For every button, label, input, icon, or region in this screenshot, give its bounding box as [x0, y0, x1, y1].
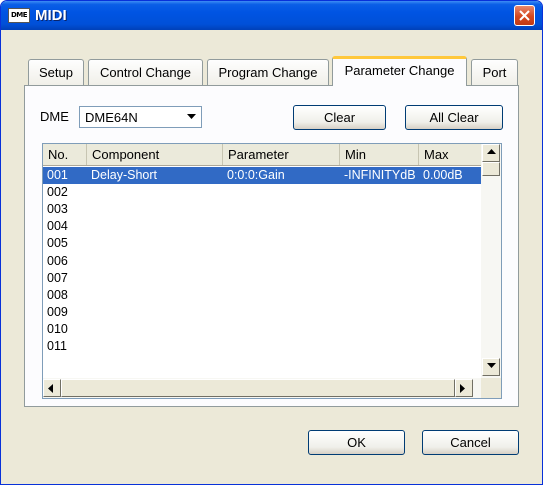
clear-button[interactable]: Clear [293, 105, 386, 130]
column-header-min[interactable]: Min [340, 144, 419, 165]
vertical-scroll-thumb[interactable] [482, 162, 500, 176]
cell-no: 002 [47, 185, 68, 200]
table-row[interactable]: 004 [43, 218, 481, 235]
tab-control-change[interactable]: Control Change [88, 59, 203, 86]
cell-no: 009 [47, 304, 68, 319]
cell-min: -INFINITYdB [344, 168, 416, 182]
horizontal-scroll-thumb[interactable] [61, 379, 455, 397]
cell-no: 004 [47, 219, 68, 234]
table-row[interactable]: 005 [43, 235, 481, 252]
parameter-table[interactable]: No. Component Parameter Min Max 001 Delay… [42, 143, 502, 399]
scrollbar-corner [481, 378, 501, 398]
column-header-parameter[interactable]: Parameter [223, 144, 340, 165]
table-row[interactable]: 008 [43, 287, 481, 304]
cell-no: 001 [47, 168, 68, 182]
chevron-up-icon [487, 149, 496, 154]
cell-parameter: 0:0:0:Gain [227, 168, 285, 182]
cell-no: 010 [47, 321, 68, 336]
dme-label: DME [40, 109, 69, 124]
dme-select-value: DME64N [85, 110, 138, 125]
vertical-scrollbar[interactable] [481, 144, 501, 378]
column-header-no[interactable]: No. [43, 144, 87, 165]
table-row[interactable]: 009 [43, 304, 481, 321]
cell-component: Delay-Short [91, 168, 157, 182]
scroll-right-button[interactable] [455, 379, 473, 397]
title-bar[interactable]: DME MIDI [1, 1, 542, 30]
cell-max: 0.00dB [423, 168, 463, 182]
chevron-right-icon [460, 384, 465, 393]
horizontal-scrollbar[interactable] [43, 378, 481, 398]
cell-no: 011 [47, 339, 67, 353]
close-icon [519, 10, 530, 21]
window-title: MIDI [35, 7, 67, 24]
scroll-up-button[interactable] [482, 144, 500, 162]
chevron-down-icon [487, 363, 496, 368]
cell-no: 007 [47, 270, 68, 285]
cancel-button[interactable]: Cancel [422, 430, 519, 455]
tab-program-change[interactable]: Program Change [207, 59, 329, 86]
cell-no: 003 [47, 202, 68, 217]
tab-port[interactable]: Port [471, 59, 518, 86]
chevron-left-icon [48, 384, 53, 393]
table-header: No. Component Parameter Min Max [43, 144, 481, 166]
tab-parameter-change[interactable]: Parameter Change [332, 56, 467, 86]
all-clear-button[interactable]: All Clear [405, 105, 503, 130]
close-button[interactable] [514, 5, 535, 26]
ok-button[interactable]: OK [308, 430, 405, 455]
dme-select[interactable]: DME64N [79, 106, 202, 128]
cell-no: 005 [47, 236, 68, 251]
cell-no: 008 [47, 287, 68, 302]
table-row[interactable]: 001 Delay-Short 0:0:0:Gain -INFINITYdB 0.00d… [43, 167, 481, 184]
column-header-component[interactable]: Component [87, 144, 223, 165]
tab-setup[interactable]: Setup [28, 59, 84, 86]
table-row[interactable]: 011 [43, 338, 481, 355]
column-header-max[interactable]: Max [419, 144, 481, 165]
midi-dialog: DME MIDI Setup Control Change Program Ch… [0, 0, 543, 485]
chevron-down-icon [187, 114, 196, 119]
table-row[interactable]: 010 [43, 321, 481, 338]
dropdown-arrow-button[interactable] [183, 108, 200, 126]
dme-app-icon: DME [8, 8, 30, 23]
table-row[interactable]: 002 [43, 184, 481, 201]
table-row[interactable]: 007 [43, 270, 481, 287]
cell-no: 006 [47, 253, 68, 268]
table-row[interactable]: 003 [43, 201, 481, 218]
scroll-left-button[interactable] [43, 379, 61, 397]
table-row[interactable]: 006 [43, 253, 481, 270]
scroll-down-button[interactable] [482, 358, 500, 376]
